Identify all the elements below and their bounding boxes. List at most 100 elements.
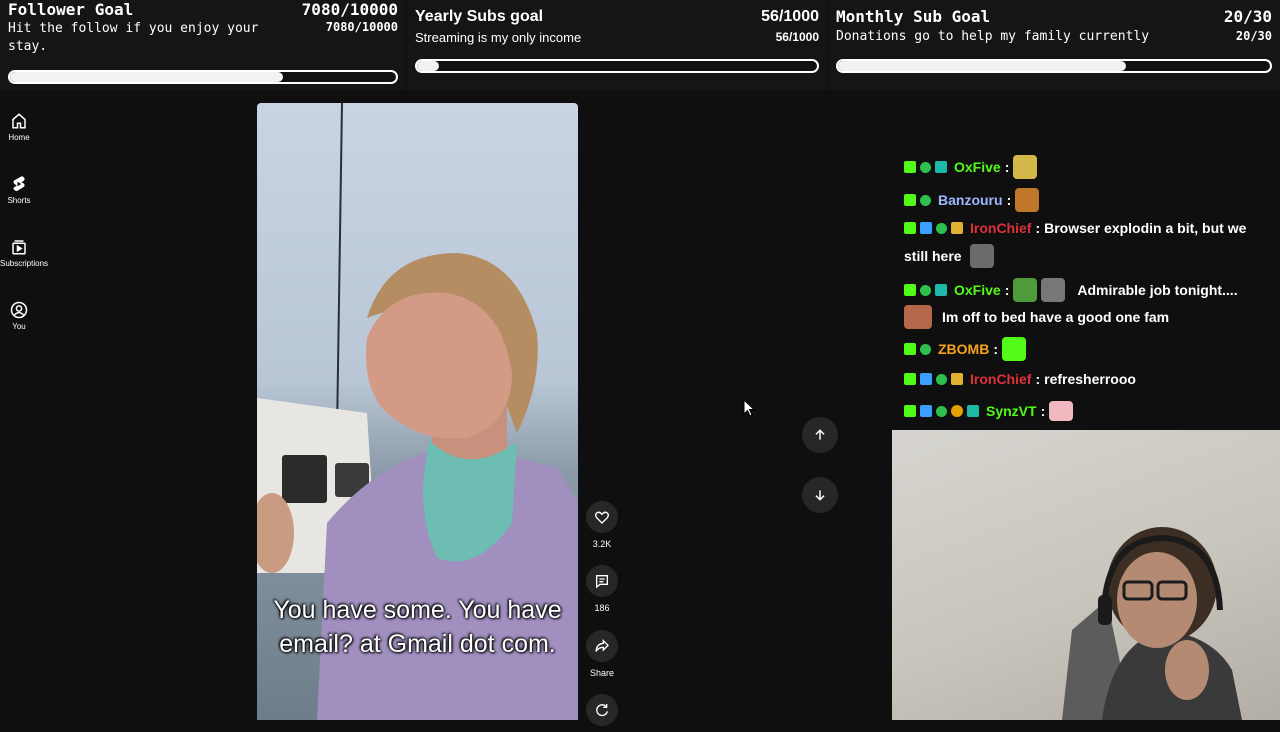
chat-message: ZBOMB: bbox=[904, 337, 1026, 361]
chat-text: Im off to bed have a good one fam bbox=[942, 309, 1170, 325]
one-month-badge-icon bbox=[951, 405, 963, 417]
crown-badge-icon bbox=[951, 222, 963, 234]
follower-goal-description: Hit the follow if you enjoy your stay. bbox=[8, 21, 259, 54]
subscriptions-icon bbox=[12, 240, 26, 255]
chat-username[interactable]: OxFive bbox=[954, 282, 1001, 298]
verified-badge-icon bbox=[920, 161, 931, 173]
chat-username[interactable]: OxFive bbox=[954, 159, 1001, 175]
follower-goal-count: 7080/10000 bbox=[301, 0, 398, 19]
remix-icon bbox=[596, 704, 608, 717]
kick-badge-icon bbox=[904, 405, 916, 417]
chat-message: Banzouru: bbox=[904, 188, 1040, 212]
yearly-goal-progress-fill bbox=[417, 61, 440, 71]
kick-badge-icon bbox=[904, 284, 916, 296]
previous-video-button[interactable] bbox=[802, 417, 838, 453]
moderator-badge-icon bbox=[920, 373, 932, 385]
chat-username[interactable]: IronChief bbox=[970, 220, 1031, 236]
monthly-goal-progress-fill bbox=[838, 61, 1127, 71]
video-caption: You have some. You have email? at Gmail … bbox=[257, 593, 578, 661]
arrow-down-icon bbox=[815, 490, 825, 501]
sidebar-item-label: Subscriptions bbox=[0, 259, 49, 268]
yearly-subs-goal-widget: Yearly Subs goal 56/1000 Streaming is my… bbox=[407, 0, 827, 90]
kick-badge-icon bbox=[904, 222, 916, 234]
bonk-emote-icon bbox=[1015, 188, 1040, 212]
chat-message: IronChief: Browser explodin a bit, but w… bbox=[904, 220, 1246, 236]
chat-separator: : bbox=[1035, 220, 1041, 236]
remix-button[interactable] bbox=[584, 694, 620, 732]
raccoon-emote-icon bbox=[969, 244, 994, 268]
monthly-goal-title: Monthly Sub Goal bbox=[836, 7, 991, 26]
verified-badge-icon bbox=[920, 194, 931, 206]
chat-username[interactable]: IronChief bbox=[970, 371, 1031, 387]
chat-username[interactable]: SynzVT bbox=[986, 403, 1037, 419]
chat-username[interactable]: Banzouru bbox=[938, 192, 1003, 208]
home-icon bbox=[12, 113, 26, 129]
monthly-sub-goal-widget: Monthly Sub Goal 20/30 Donations go to h… bbox=[828, 0, 1280, 90]
yearly-goal-count-small: 56/1000 bbox=[775, 30, 819, 44]
sidebar-item-home[interactable]: Home bbox=[0, 112, 38, 142]
verified-badge-icon bbox=[936, 222, 947, 234]
chat-message: SynzVT: bbox=[904, 401, 1074, 421]
caption-line-1: You have some. You have bbox=[273, 596, 562, 624]
verified-badge-icon bbox=[936, 405, 947, 417]
moderator-badge-icon bbox=[920, 222, 932, 234]
kick-logo-emote-icon bbox=[1002, 337, 1026, 361]
sidebar-item-you[interactable]: You bbox=[0, 301, 38, 331]
hands-emote-icon bbox=[1041, 278, 1066, 302]
like-button[interactable]: 3.2K bbox=[584, 501, 620, 549]
face-emote-icon bbox=[904, 305, 932, 329]
monthly-goal-description: Donations go to help my family currently bbox=[836, 29, 1150, 44]
yearly-goal-title: Yearly Subs goal bbox=[415, 8, 544, 25]
yearly-goal-count: 56/1000 bbox=[761, 8, 819, 25]
short-video-player[interactable]: You have some. You have email? at Gmail … bbox=[257, 103, 578, 720]
sidebar-item-label: You bbox=[12, 322, 26, 331]
chat-message: IronChief: refresherrooo bbox=[904, 371, 1136, 387]
comments-button[interactable]: 186 bbox=[584, 565, 620, 613]
w-emote-icon bbox=[1013, 155, 1038, 179]
gift-badge-icon bbox=[935, 284, 947, 296]
chat-message: OxFive: Admirable job tonight.... bbox=[904, 278, 1238, 302]
pepe-emote-icon bbox=[1013, 278, 1038, 302]
caption-line-2: email? at Gmail dot com. bbox=[279, 630, 556, 658]
follower-goal-count-small: 7080/10000 bbox=[325, 20, 398, 34]
share-button[interactable]: Share bbox=[584, 630, 620, 678]
chat-text: Browser explodin a bit, but we bbox=[1044, 220, 1247, 236]
sidebar-item-subscriptions[interactable]: Subscriptions bbox=[0, 238, 48, 268]
follower-goal-widget: Follower Goal 7080/10000 Hit the follow … bbox=[0, 0, 406, 90]
follower-goal-progress-bar bbox=[8, 70, 398, 84]
next-video-button[interactable] bbox=[802, 477, 838, 513]
share-icon bbox=[595, 639, 609, 652]
chat-separator: : bbox=[1004, 159, 1010, 175]
like-count: 3.2K bbox=[592, 539, 612, 549]
sidebar-item-label: Shorts bbox=[7, 196, 31, 205]
follower-goal-title: Follower Goal bbox=[8, 0, 134, 19]
pig-emote-icon bbox=[1049, 401, 1074, 421]
chat-message: OxFive: bbox=[904, 155, 1038, 179]
share-label: Share bbox=[589, 668, 615, 678]
gift-badge-icon bbox=[967, 405, 979, 417]
sidebar-item-shorts[interactable]: Shorts bbox=[0, 175, 38, 205]
moderator-badge-icon bbox=[920, 405, 932, 417]
arrow-up-icon bbox=[815, 429, 825, 440]
chat-message-continuation: Im off to bed have a good one fam bbox=[904, 305, 1169, 329]
yearly-goal-progress-bar bbox=[415, 59, 819, 73]
sidebar-item-label: Home bbox=[8, 133, 30, 142]
kick-badge-icon bbox=[904, 343, 916, 355]
comment-icon bbox=[596, 575, 608, 589]
chat-message-continuation: still here bbox=[904, 244, 994, 268]
chat-separator: : bbox=[1040, 403, 1046, 419]
chat-username[interactable]: ZBOMB bbox=[938, 341, 989, 357]
verified-badge-icon bbox=[936, 373, 947, 385]
monthly-goal-count: 20/30 bbox=[1223, 7, 1272, 26]
monthly-goal-count-small: 20/30 bbox=[1235, 29, 1272, 43]
webcam-scene bbox=[1062, 527, 1242, 720]
chat-separator: : bbox=[1006, 192, 1012, 208]
chat-separator: : bbox=[1035, 371, 1041, 387]
webcam-feed bbox=[892, 430, 1280, 720]
chat-separator: : bbox=[993, 341, 998, 357]
monthly-goal-progress-bar bbox=[836, 59, 1272, 73]
chat-text: Admirable job tonight.... bbox=[1077, 282, 1238, 298]
kick-badge-icon bbox=[904, 194, 916, 206]
kick-badge-icon bbox=[904, 161, 916, 173]
verified-badge-icon bbox=[920, 284, 931, 296]
